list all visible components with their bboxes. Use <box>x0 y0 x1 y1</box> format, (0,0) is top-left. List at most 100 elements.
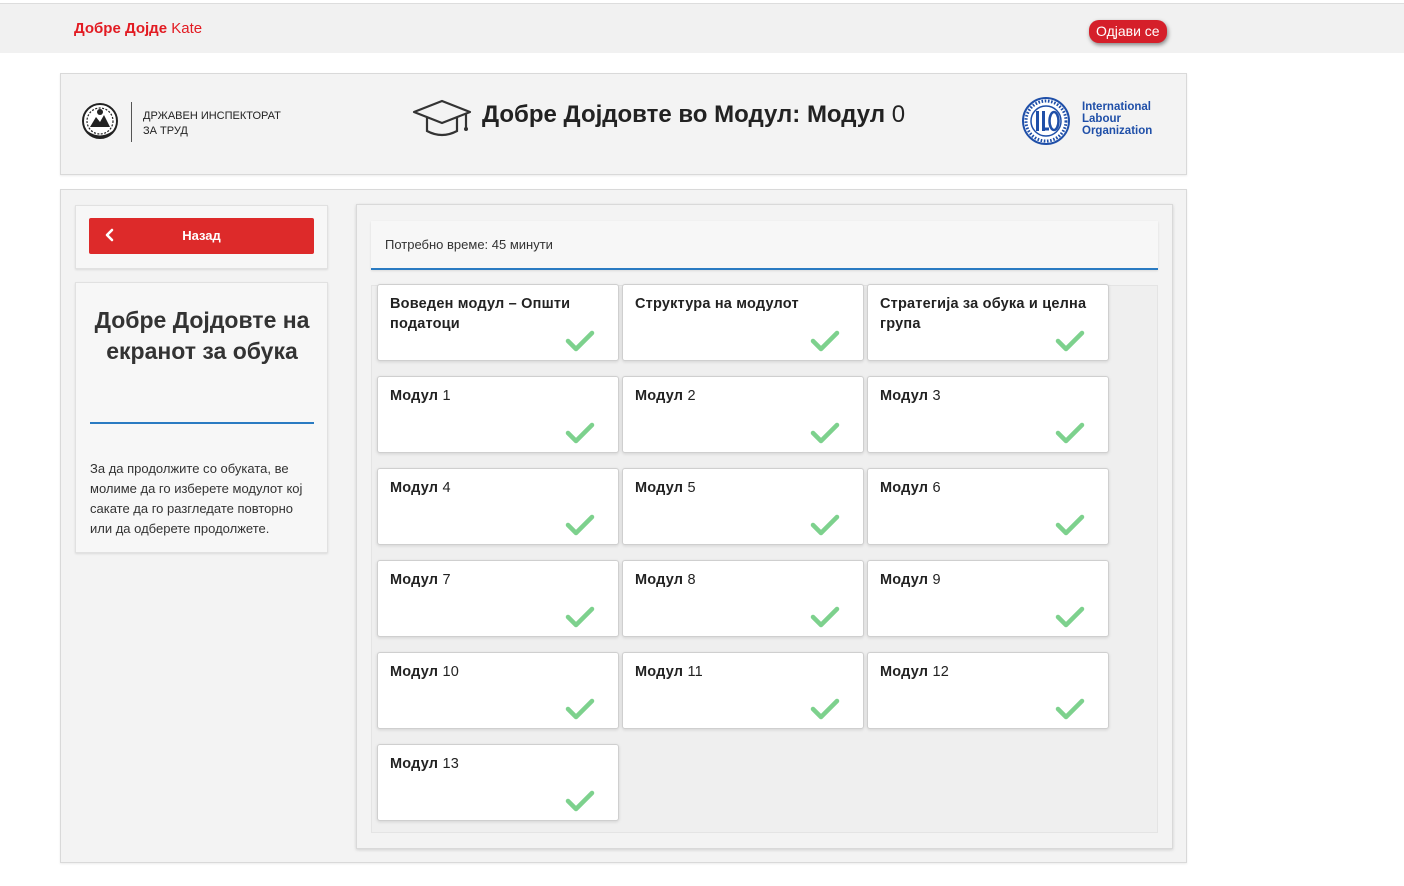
instructions-text: За да продолжите со обуката, ве молиме д… <box>90 461 303 536</box>
module-tile-title: Модул <box>880 572 929 588</box>
module-tile[interactable]: Модул 8 <box>622 560 864 637</box>
module-tile-label: Модул 11 <box>635 662 850 682</box>
module-tile-number: 7 <box>442 572 451 588</box>
module-tile[interactable]: Модул 4 <box>377 468 619 545</box>
ilo-name-line1: International <box>1082 101 1152 113</box>
module-tile-title: Модул <box>390 480 439 496</box>
welcome-text: Добре Дојде <box>74 20 168 37</box>
checkmark-icon <box>565 698 595 720</box>
module-tile[interactable]: Модул 10 <box>377 652 619 729</box>
module-tile-title: Модул <box>880 480 929 496</box>
checkmark-icon <box>810 698 840 720</box>
checkmark-icon <box>1055 606 1085 628</box>
module-tile-title: Структура на модулот <box>635 296 799 312</box>
required-time: Потребно време: 45 минути <box>385 237 553 252</box>
ilo-name-line3: Organization <box>1082 125 1153 137</box>
checkmark-icon <box>1055 514 1085 536</box>
checkmark-icon <box>565 422 595 444</box>
checkmark-icon <box>1055 698 1085 720</box>
graduation-cap-icon <box>412 99 472 137</box>
module-tile-title: Модул <box>390 756 439 772</box>
checkmark-icon <box>810 422 840 444</box>
module-tile-number: 13 <box>442 756 459 772</box>
module-tile[interactable]: Модул 6 <box>867 468 1109 545</box>
inspectorate-name-line1: ДРЖАВЕН ИНСПЕКТОРАТ <box>143 110 281 122</box>
module-tile-number: 2 <box>687 388 696 404</box>
module-tile-title: Модул <box>635 664 684 680</box>
checkmark-icon <box>565 514 595 536</box>
checkmark-icon <box>565 606 595 628</box>
welcome-heading: Добре Дојдовте на екранот за обука <box>94 307 310 364</box>
info-panel: Добре Дојдовте на екранот за обука За да… <box>75 282 328 553</box>
logo-divider <box>131 102 132 142</box>
module-tile[interactable]: Модул 7 <box>377 560 619 637</box>
module-tile[interactable]: Модул 11 <box>622 652 864 729</box>
module-tile-label: Модул 7 <box>390 570 605 590</box>
heading-divider <box>90 422 314 424</box>
module-tile-title: Модул <box>390 388 439 404</box>
module-tile-label: Модул 4 <box>390 478 605 498</box>
ilo-logo <box>1022 97 1070 145</box>
module-tile-number: 11 <box>687 664 703 680</box>
module-tile[interactable]: Модул 5 <box>622 468 864 545</box>
checkmark-icon <box>565 330 595 352</box>
module-tile-number: 4 <box>442 480 451 496</box>
back-button-label: Назад <box>182 228 221 243</box>
username: Kate <box>171 20 203 37</box>
module-tile-number: 5 <box>687 480 696 496</box>
page-title-text: Добре Дојдовте во Модул: Модул <box>482 101 886 128</box>
module-tile-label: Модул 5 <box>635 478 850 498</box>
inspectorate-name: ДРЖАВЕН ИНСПЕКТОРАТ ЗА ТРУД <box>143 109 281 139</box>
time-bar: Потребно време: 45 минути <box>371 221 1158 270</box>
module-tile-title: Модул <box>880 664 929 680</box>
module-tile[interactable]: Воведен модул – Општи податоци <box>377 284 619 361</box>
module-tile-title: Модул <box>635 480 684 496</box>
ilo-name: International Labour Organization <box>1082 101 1152 137</box>
module-tile-label: Модул 2 <box>635 386 850 406</box>
module-tile[interactable]: Стратегија за обука и целна група <box>867 284 1109 361</box>
module-tile[interactable]: Модул 9 <box>867 560 1109 637</box>
page-title: Добре Дојдовте во Модул: Модул 0 <box>482 101 905 129</box>
module-tile-title: Модул <box>390 572 439 588</box>
checkmark-icon <box>565 790 595 812</box>
module-tile-label: Модул 12 <box>880 662 1095 682</box>
module-tile[interactable]: Модул 3 <box>867 376 1109 453</box>
checkmark-icon <box>1055 330 1085 352</box>
module-tile-label: Модул 6 <box>880 478 1095 498</box>
checkmark-icon <box>810 330 840 352</box>
module-tile-title: Модул <box>390 664 439 680</box>
back-button[interactable]: Назад <box>89 218 314 254</box>
module-tile-number: 3 <box>932 388 941 404</box>
module-tile-title: Модул <box>880 388 929 404</box>
back-panel: Назад <box>75 205 328 269</box>
module-tile-number: 12 <box>932 664 949 680</box>
module-tile-label: Стратегија за обука и целна група <box>880 294 1095 334</box>
module-tile[interactable]: Модул 2 <box>622 376 864 453</box>
welcome-greeting: Добре Дојде Kate <box>74 20 202 37</box>
page-title-module-number: 0 <box>891 101 906 128</box>
inspectorate-name-line2: ЗА ТРУД <box>143 125 188 137</box>
module-header: ДРЖАВЕН ИНСПЕКТОРАТ ЗА ТРУД Добре Дојдов… <box>60 73 1187 175</box>
module-tile-label: Модул 10 <box>390 662 605 682</box>
module-tile-label: Воведен модул – Општи податоци <box>390 294 605 334</box>
module-tile-title: Стратегија за обука и целна група <box>880 296 1087 332</box>
checkmark-icon <box>1055 422 1085 444</box>
module-tile-title: Модул <box>635 388 684 404</box>
module-tile-number: 1 <box>442 388 451 404</box>
module-tile[interactable]: Структура на модулот <box>622 284 864 361</box>
module-tile-label: Структура на модулот <box>635 294 850 314</box>
module-tile[interactable]: Модул 1 <box>377 376 619 453</box>
module-tile[interactable]: Модул 13 <box>377 744 619 821</box>
logout-button[interactable]: Одјави се <box>1089 20 1167 43</box>
module-tile-label: Модул 8 <box>635 570 850 590</box>
module-tile-number: 10 <box>442 664 459 680</box>
checkmark-icon <box>810 514 840 536</box>
module-tile-title: Модул <box>635 572 684 588</box>
checkmark-icon <box>810 606 840 628</box>
module-tile[interactable]: Модул 12 <box>867 652 1109 729</box>
module-tile-label: Модул 1 <box>390 386 605 406</box>
module-tile-label: Модул 9 <box>880 570 1095 590</box>
module-tile-title: Воведен модул – Општи податоци <box>390 296 571 332</box>
module-tile-number: 9 <box>932 572 941 588</box>
state-emblem-logo <box>82 103 118 139</box>
